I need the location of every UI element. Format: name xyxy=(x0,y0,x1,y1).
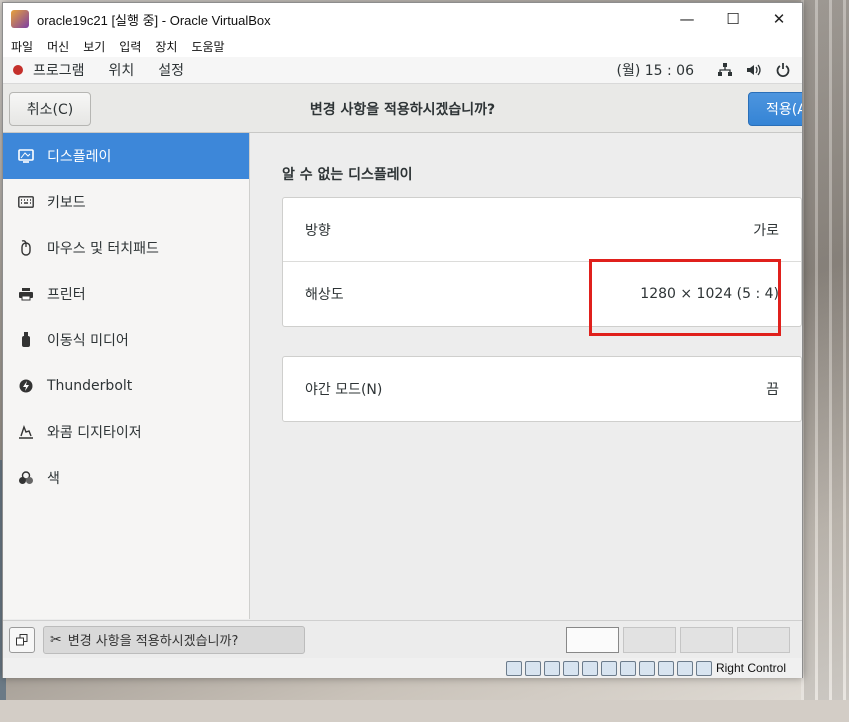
applications-menu[interactable]: 프로그램 xyxy=(3,60,109,80)
menu-input[interactable]: 입력 xyxy=(119,38,141,55)
night-mode-label: 야간 모드(N) xyxy=(305,382,383,398)
menu-file[interactable]: 파일 xyxy=(11,38,33,55)
display-icon xyxy=(17,147,35,165)
display-status-icon[interactable] xyxy=(619,660,636,676)
night-mode-value[interactable]: 끔 xyxy=(766,379,779,399)
display-section-title: 알 수 없는 디스플레이 xyxy=(282,167,413,183)
video-capture-icon[interactable] xyxy=(638,660,655,676)
mouse-integration-icon[interactable] xyxy=(676,660,693,676)
distro-logo-icon xyxy=(13,65,23,75)
settings-sidebar: 디스플레이 키보드 마우스 및 터치패드 프린터 이동식 미디어 Thunder… xyxy=(3,133,250,619)
resolution-highlight-box xyxy=(589,259,781,336)
optical-drive-icon[interactable] xyxy=(524,660,541,676)
volume-icon xyxy=(747,64,761,76)
restore-windows-icon xyxy=(16,633,28,645)
window-titlebar[interactable]: oracle19c21 [실행 중] - Oracle VirtualBox —… xyxy=(3,3,802,35)
settings-body: 디스플레이 키보드 마우스 및 터치패드 프린터 이동식 미디어 Thunder… xyxy=(3,133,802,619)
background-window-glass xyxy=(801,0,849,722)
menu-help[interactable]: 도움말 xyxy=(191,38,224,55)
sidebar-item-label: Thunderbolt xyxy=(47,378,133,394)
sidebar-item-display[interactable]: 디스플레이 xyxy=(3,133,249,179)
topbar-clock[interactable]: (월) 15 : 06 xyxy=(616,60,694,80)
sidebar-item-label: 와콤 디지타이저 xyxy=(47,425,142,441)
virtualization-icon[interactable] xyxy=(657,660,674,676)
workspace-4[interactable] xyxy=(737,626,790,653)
orientation-row[interactable]: 방향 가로 xyxy=(283,198,801,262)
sidebar-item-removable-media[interactable]: 이동식 미디어 xyxy=(3,317,249,363)
guest-screen[interactable]: 프로그램 위치 설정 (월) 15 : 06 취소(C) 변경 사항을 적용하시… xyxy=(3,57,802,620)
orientation-label: 방향 xyxy=(305,222,331,239)
apply-button[interactable]: 적용(A) xyxy=(748,92,802,126)
system-tray[interactable] xyxy=(718,63,790,77)
sidebar-item-label: 키보드 xyxy=(47,195,86,211)
color-icon xyxy=(17,469,35,487)
workspace-2[interactable] xyxy=(623,626,676,653)
sidebar-item-label: 마우스 및 터치패드 xyxy=(47,241,159,257)
sidebar-item-wacom[interactable]: 와콤 디지타이저 xyxy=(3,409,249,455)
guest-bottom-panel: ✂ 변경 사항을 적용하시겠습니까? xyxy=(3,620,802,658)
topbar-settings[interactable]: 설정 xyxy=(158,60,184,80)
sidebar-item-thunderbolt[interactable]: Thunderbolt xyxy=(3,363,249,409)
usb-icon[interactable] xyxy=(581,660,598,676)
window-title: oracle19c21 [실행 중] - Oracle VirtualBox xyxy=(37,12,271,28)
thunderbolt-icon xyxy=(17,377,35,395)
dialog-title: 변경 사항을 적용하시겠습니까? xyxy=(309,102,496,118)
network-icon xyxy=(718,63,732,76)
vbox-menubar: 파일 머신 보기 입력 장치 도움말 xyxy=(3,35,802,57)
sidebar-item-keyboard[interactable]: 키보드 xyxy=(3,179,249,225)
virtualbox-app-icon xyxy=(11,10,29,28)
printer-icon xyxy=(17,285,35,303)
menu-machine[interactable]: 머신 xyxy=(47,38,69,55)
mouse-icon xyxy=(17,239,35,257)
orientation-value[interactable]: 가로 xyxy=(753,220,779,240)
menu-devices[interactable]: 장치 xyxy=(155,38,177,55)
settings-headerbar: 취소(C) 변경 사항을 적용하시겠습니까? 적용(A) xyxy=(3,84,802,133)
sidebar-item-printer[interactable]: 프린터 xyxy=(3,271,249,317)
sidebar-item-label: 이동식 미디어 xyxy=(47,333,129,349)
night-mode-row[interactable]: 야간 모드(N) 끔 xyxy=(283,357,801,421)
display-settings-content: 알 수 없는 디스플레이 방향 가로 해상도 1280 × 1024 (5 : … xyxy=(250,133,802,619)
topbar-places[interactable]: 위치 xyxy=(109,60,135,80)
virtualbox-window: oracle19c21 [실행 중] - Oracle VirtualBox —… xyxy=(2,2,803,678)
hard-disk-icon[interactable] xyxy=(505,660,522,676)
menu-view[interactable]: 보기 xyxy=(83,38,105,55)
minimize-button[interactable]: — xyxy=(664,3,710,35)
resolution-label: 해상도 xyxy=(305,287,344,303)
topbar-programs[interactable]: 프로그램 xyxy=(33,60,85,80)
vbox-statusbar: Right Control xyxy=(3,658,802,678)
sidebar-item-label: 색 xyxy=(47,471,60,487)
tools-icon: ✂ xyxy=(50,631,62,648)
network-adapter-icon[interactable] xyxy=(562,660,579,676)
night-mode-panel: 야간 모드(N) 끔 xyxy=(282,356,802,422)
workspace-1[interactable] xyxy=(566,626,619,653)
keyboard-icon xyxy=(17,193,35,211)
host-key-label: Right Control xyxy=(715,661,786,675)
close-button[interactable]: ✕ xyxy=(756,3,802,35)
removable-media-icon xyxy=(17,331,35,349)
workspace-3[interactable] xyxy=(680,626,733,653)
sidebar-item-label: 디스플레이 xyxy=(47,149,112,165)
show-desktop-button[interactable] xyxy=(9,626,35,653)
audio-icon[interactable] xyxy=(543,660,560,676)
shared-folders-icon[interactable] xyxy=(600,660,617,676)
sidebar-item-label: 프린터 xyxy=(47,287,86,303)
sidebar-item-mouse-touchpad[interactable]: 마우스 및 터치패드 xyxy=(3,225,249,271)
power-icon xyxy=(776,63,790,77)
gnome-top-bar: 프로그램 위치 설정 (월) 15 : 06 xyxy=(3,57,802,84)
background-floor xyxy=(0,700,849,722)
workspace-switcher xyxy=(566,626,790,653)
maximize-button[interactable]: ☐ xyxy=(710,3,756,35)
keyboard-capture-icon[interactable] xyxy=(695,660,712,676)
taskbar-window-label: 변경 사항을 적용하시겠습니까? xyxy=(67,634,239,649)
wacom-tablet-icon xyxy=(17,423,35,441)
taskbar-window-button[interactable]: ✂ 변경 사항을 적용하시겠습니까? xyxy=(43,625,305,654)
sidebar-item-color[interactable]: 색 xyxy=(3,455,249,501)
